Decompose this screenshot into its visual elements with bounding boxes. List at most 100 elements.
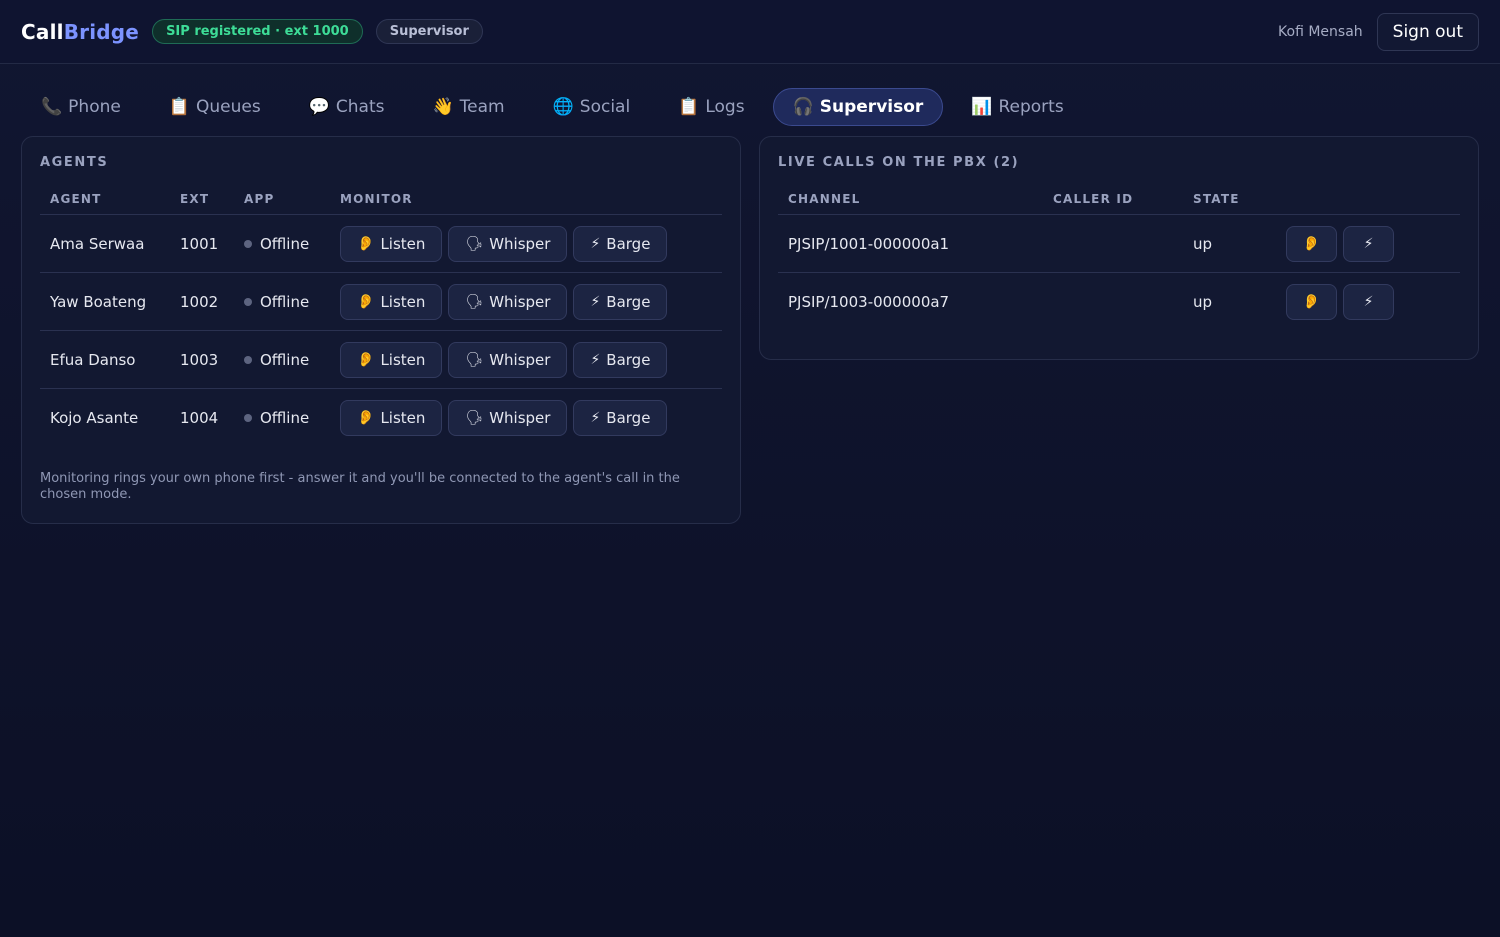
speaking-head-icon: 🗣 — [465, 235, 484, 252]
lightning-icon: ⚡ — [590, 409, 601, 426]
lightning-icon: ⚡ — [590, 351, 601, 368]
barge-button[interactable]: ⚡ Barge — [573, 225, 668, 262]
tab-supervisor[interactable]: 🎧 Supervisor — [772, 87, 944, 126]
agents-panel: AGENTS AGENT EXT APP MONITOR Ama Serwaa … — [21, 136, 741, 524]
table-row: Kojo Asante 1004 Offline 👂 Listen 🗣 Whisper… — [40, 389, 722, 447]
call-state: up — [1193, 292, 1213, 311]
sign-out-button[interactable]: Sign out — [1376, 12, 1479, 51]
tab-label: Reports — [998, 96, 1064, 117]
tab-label: Team — [459, 96, 505, 117]
tab-label: Social — [579, 96, 631, 117]
brand-logo: CallBridge — [21, 20, 139, 44]
agent-status-text: Offline — [260, 234, 310, 253]
call-channel: PJSIP/1001-000000a1 — [778, 214, 1043, 273]
app-header: CallBridge SIP registered · ext 1000 Sup… — [0, 0, 1500, 64]
barge-call-button[interactable]: ⚡ — [1343, 225, 1394, 262]
headphones-icon: 🎧 — [792, 96, 814, 117]
agent-ext: 1004 — [180, 408, 219, 427]
listen-label: Listen — [380, 234, 426, 253]
whisper-button[interactable]: 🗣 Whisper — [448, 225, 568, 262]
barge-call-button[interactable]: ⚡ — [1343, 283, 1394, 320]
user-name: Kofi Mensah — [1278, 23, 1363, 40]
phone-icon: 📞 — [41, 96, 63, 117]
tab-chats[interactable]: 💬 Chats — [289, 88, 405, 126]
agent-status-text: Offline — [260, 292, 310, 311]
column-header-state: STATE — [1183, 192, 1276, 215]
tab-label: Phone — [68, 96, 121, 117]
listen-call-button[interactable]: 👂 — [1286, 283, 1337, 320]
listen-button[interactable]: 👂 Listen — [340, 399, 443, 436]
whisper-button[interactable]: 🗣 Whisper — [448, 283, 568, 320]
whisper-label: Whisper — [489, 234, 551, 253]
monitor-actions: 👂 Listen 🗣 Whisper ⚡ Barge — [330, 330, 722, 389]
tab-social[interactable]: 🌐 Social — [533, 88, 651, 126]
agent-status: Offline — [234, 330, 330, 389]
main-content: AGENTS AGENT EXT APP MONITOR Ama Serwaa … — [0, 134, 1500, 524]
call-actions: 👂 ⚡ — [1276, 273, 1460, 331]
status-dot-icon — [244, 297, 252, 306]
agent-ext: 1001 — [170, 214, 234, 273]
speaking-head-icon: 🗣 — [465, 293, 484, 310]
lightning-icon: ⚡ — [590, 293, 601, 310]
tab-phone[interactable]: 📞 Phone — [21, 88, 141, 126]
tab-label: Chats — [335, 96, 385, 117]
live-calls-table-header: CHANNEL CALLER ID STATE — [778, 192, 1460, 215]
main-tabs: 📞 Phone 📋 Queues 💬 Chats 👋 Team 🌐 Social 📋 Log… — [0, 64, 1500, 134]
barge-button[interactable]: ⚡ Barge — [573, 399, 668, 436]
listen-label: Listen — [380, 408, 426, 427]
call-caller-id — [1043, 214, 1183, 273]
column-header-app: APP — [234, 192, 330, 215]
column-header-caller-id: CALLER ID — [1043, 192, 1183, 215]
barge-label: Barge — [606, 234, 651, 253]
column-header-agent: AGENT — [40, 192, 170, 215]
whisper-button[interactable]: 🗣 Whisper — [448, 399, 568, 436]
column-header-channel: CHANNEL — [778, 192, 1043, 215]
agent-status: Offline — [234, 214, 330, 273]
agent-ext: 1002 — [170, 272, 234, 331]
tab-queues[interactable]: 📋 Queues — [149, 88, 281, 126]
agent-name: Ama Serwaa — [40, 214, 170, 273]
whisper-button[interactable]: 🗣 Whisper — [448, 341, 568, 378]
status-dot-icon — [244, 413, 252, 422]
agent-status-text: Offline — [260, 408, 310, 427]
agent-name: Yaw Boateng — [40, 272, 170, 331]
barge-button[interactable]: ⚡ Barge — [573, 283, 668, 320]
monitoring-note: Monitoring rings your own phone first - … — [40, 470, 680, 502]
agents-table: AGENT EXT APP MONITOR Ama Serwaa 1001 Of… — [40, 192, 722, 447]
barge-button[interactable]: ⚡ Barge — [573, 341, 668, 378]
clipboard-icon: 📋 — [678, 96, 700, 117]
call-state: up — [1183, 214, 1276, 273]
listen-label: Listen — [380, 292, 426, 311]
ear-icon: 👂 — [357, 351, 375, 368]
waving-hand-icon: 👋 — [432, 96, 454, 117]
agent-status-text: Offline — [260, 350, 310, 369]
whisper-label: Whisper — [489, 292, 551, 311]
listen-button[interactable]: 👂 Listen — [340, 283, 443, 320]
tab-label: Logs — [705, 96, 745, 117]
ear-icon: 👂 — [357, 409, 375, 426]
agents-panel-title: AGENTS — [40, 155, 109, 170]
ear-icon: 👂 — [1302, 235, 1321, 252]
call-caller-id — [1043, 273, 1183, 331]
live-calls-panel-title: LIVE CALLS ON THE PBX (2) — [778, 155, 1020, 170]
tab-logs[interactable]: 📋 Logs — [658, 88, 764, 126]
sip-status-badge: SIP registered · ext 1000 — [152, 19, 363, 44]
agent-name: Kojo Asante — [50, 408, 139, 427]
clipboard-icon: 📋 — [168, 96, 191, 117]
listen-button[interactable]: 👂 Listen — [340, 341, 443, 378]
ear-icon: 👂 — [357, 293, 375, 310]
barge-label: Barge — [606, 408, 651, 427]
speaking-head-icon: 🗣 — [465, 409, 484, 426]
lightning-icon: ⚡ — [590, 235, 601, 252]
tab-team[interactable]: 👋 Team — [413, 88, 525, 126]
tab-reports[interactable]: 📊 Reports — [951, 88, 1083, 126]
listen-button[interactable]: 👂 Listen — [340, 225, 443, 262]
agent-status: Offline — [234, 389, 330, 447]
call-channel: PJSIP/1003-000000a7 — [788, 292, 950, 311]
brand-part-1: Call — [21, 19, 64, 44]
status-dot-icon — [244, 355, 252, 364]
monitor-actions: 👂 Listen 🗣 Whisper ⚡ Barge — [330, 389, 722, 447]
speaking-head-icon: 🗣 — [465, 351, 484, 368]
listen-call-button[interactable]: 👂 — [1286, 225, 1337, 262]
speech-bubble-icon: 💬 — [308, 96, 330, 117]
